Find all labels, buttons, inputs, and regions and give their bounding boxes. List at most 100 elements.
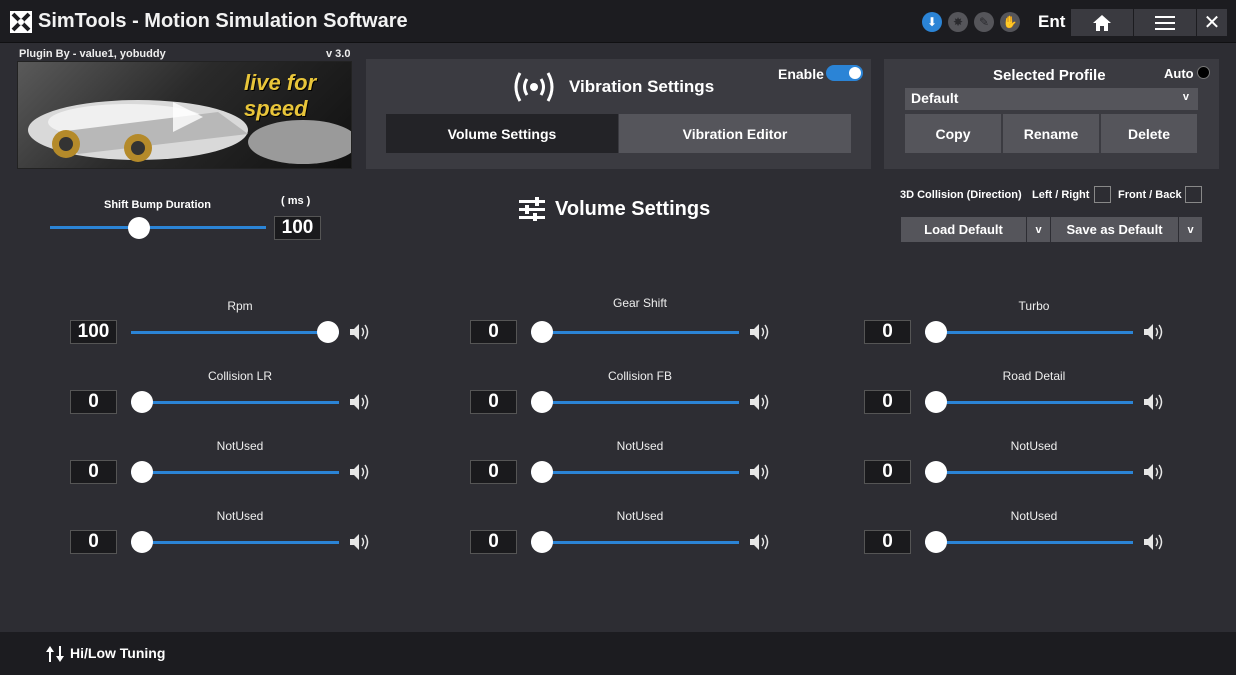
speaker-icon[interactable]	[748, 532, 770, 552]
channel-slider-track[interactable]	[925, 331, 1133, 334]
channel-label: Gear Shift	[612, 296, 668, 310]
shift-bump-value[interactable]: 100	[274, 216, 321, 240]
collision-label: 3D Collision (Direction)	[900, 189, 1022, 201]
channel-value[interactable]: 100	[70, 320, 117, 344]
channel-value[interactable]: 0	[864, 530, 911, 554]
channel-slider-thumb[interactable]	[925, 321, 947, 343]
tab-volume-settings[interactable]: Volume Settings	[386, 114, 618, 153]
up-down-arrows-icon[interactable]	[45, 644, 65, 664]
channel-value[interactable]: 0	[470, 460, 517, 484]
save-default-button[interactable]: Save as Default	[1051, 217, 1178, 242]
channel-label: Turbo	[1018, 299, 1050, 313]
channel-label: Road Detail	[1002, 369, 1066, 383]
channel-value[interactable]: 0	[70, 530, 117, 554]
channel-slider-track[interactable]	[925, 541, 1133, 544]
load-default-dropdown[interactable]: v	[1026, 217, 1050, 242]
copy-button[interactable]: Copy	[905, 114, 1001, 153]
plugin-image[interactable]: live for speed	[17, 61, 352, 169]
channel-label: Rpm	[227, 299, 253, 313]
speaker-icon[interactable]	[1142, 462, 1164, 482]
channel-slider-track[interactable]	[531, 331, 739, 334]
channel-label: Collision LR	[207, 369, 273, 383]
channel-value[interactable]: 0	[470, 530, 517, 554]
channel-label: NotUsed	[616, 439, 664, 453]
mode-label: Ent	[1038, 12, 1066, 31]
channel-value[interactable]: 0	[70, 390, 117, 414]
menu-button[interactable]	[1134, 9, 1196, 36]
app-title: SimTools - Motion Simulation Software	[38, 10, 408, 32]
auto-radio[interactable]	[1197, 66, 1210, 79]
hi-low-tuning-button[interactable]: Hi/Low Tuning	[70, 645, 165, 661]
channel-slider-track[interactable]	[925, 471, 1133, 474]
sun-icon[interactable]: ✸	[948, 12, 968, 32]
hand-icon[interactable]: ✋	[1000, 12, 1020, 32]
channel-slider-track[interactable]	[131, 331, 339, 334]
channel-slider-thumb[interactable]	[925, 391, 947, 413]
channel-slider-thumb[interactable]	[131, 461, 153, 483]
shift-bump-unit: ( ms )	[281, 195, 311, 207]
channel-slider-track[interactable]	[531, 541, 739, 544]
load-default-button[interactable]: Load Default	[901, 217, 1026, 242]
speaker-icon[interactable]	[348, 322, 370, 342]
speaker-icon[interactable]	[348, 532, 370, 552]
channel-value[interactable]: 0	[470, 320, 517, 344]
left-right-checkbox[interactable]	[1094, 186, 1111, 203]
channel-value[interactable]: 0	[70, 460, 117, 484]
channel-slider-track[interactable]	[531, 401, 739, 404]
power-on-icon[interactable]: ⬇	[922, 12, 942, 32]
channel-value[interactable]: 0	[470, 390, 517, 414]
close-icon: ✕	[1203, 12, 1221, 34]
channel-slider-track[interactable]	[131, 401, 339, 404]
plugin-version: v 3.0	[326, 48, 351, 60]
channel-slider-thumb[interactable]	[925, 461, 947, 483]
channel-slider-track[interactable]	[925, 401, 1133, 404]
rename-button[interactable]: Rename	[1003, 114, 1099, 153]
channel-slider-thumb[interactable]	[317, 321, 339, 343]
channel-slider-track[interactable]	[131, 471, 339, 474]
home-icon	[1093, 14, 1111, 31]
shift-bump-slider-thumb[interactable]	[127, 217, 150, 239]
home-button[interactable]	[1071, 9, 1133, 36]
channel-slider-thumb[interactable]	[531, 461, 553, 483]
channel-slider-track[interactable]	[531, 471, 739, 474]
delete-button[interactable]: Delete	[1101, 114, 1197, 153]
channel-label: NotUsed	[616, 509, 664, 523]
channel-label: NotUsed	[1010, 509, 1058, 523]
chevron-down-icon: v	[1182, 91, 1189, 103]
front-back-checkbox[interactable]	[1185, 186, 1202, 203]
speaker-icon[interactable]	[348, 462, 370, 482]
game-logo: live for speed	[244, 70, 317, 121]
speaker-icon[interactable]	[748, 322, 770, 342]
vibration-icon	[514, 72, 554, 102]
shift-bump-slider-track[interactable]	[50, 226, 266, 229]
channel-value[interactable]: 0	[864, 390, 911, 414]
save-default-dropdown[interactable]: v	[1178, 217, 1202, 242]
speaker-icon[interactable]	[1142, 322, 1164, 342]
shift-bump-label: Shift Bump Duration	[104, 199, 211, 211]
compass-icon[interactable]: ✎	[974, 12, 994, 32]
profile-select[interactable]: Default v	[905, 88, 1198, 110]
auto-label: Auto	[1164, 66, 1194, 81]
profile-selected-value: Default	[911, 90, 959, 106]
close-button[interactable]: ✕	[1197, 9, 1227, 36]
profile-title: Selected Profile	[993, 67, 1106, 84]
channel-slider-thumb[interactable]	[131, 391, 153, 413]
channel-slider-thumb[interactable]	[131, 531, 153, 553]
channel-slider-thumb[interactable]	[531, 531, 553, 553]
enable-toggle[interactable]	[826, 65, 863, 81]
speaker-icon[interactable]	[748, 392, 770, 412]
channel-value[interactable]: 0	[864, 320, 911, 344]
channel-value[interactable]: 0	[864, 460, 911, 484]
tab-vibration-editor[interactable]: Vibration Editor	[619, 114, 851, 153]
speaker-icon[interactable]	[748, 462, 770, 482]
channel-slider-track[interactable]	[131, 541, 339, 544]
speaker-icon[interactable]	[348, 392, 370, 412]
channel-slider-thumb[interactable]	[925, 531, 947, 553]
channel-label: NotUsed	[216, 509, 264, 523]
left-right-label: Left / Right	[1032, 189, 1090, 201]
speaker-icon[interactable]	[1142, 392, 1164, 412]
channel-slider-thumb[interactable]	[531, 391, 553, 413]
channel-slider-thumb[interactable]	[531, 321, 553, 343]
speaker-icon[interactable]	[1142, 532, 1164, 552]
vibration-panel: Vibration Settings Enable Volume Setting…	[366, 59, 871, 169]
